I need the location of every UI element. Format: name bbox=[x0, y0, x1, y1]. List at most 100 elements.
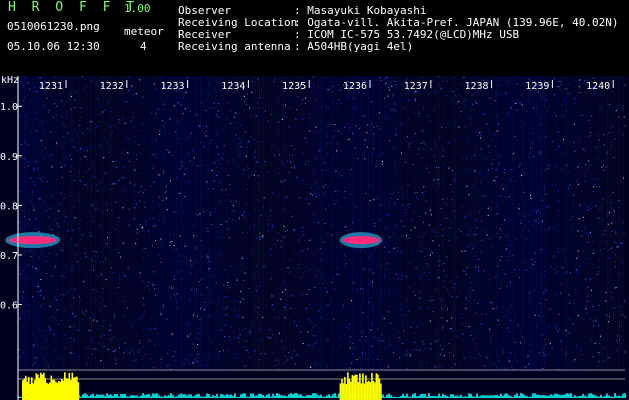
noise-dot bbox=[104, 172, 106, 174]
baseline-bar bbox=[154, 393, 156, 398]
noise-dot bbox=[213, 102, 215, 104]
noise-dot bbox=[294, 351, 296, 352]
noise-dot bbox=[598, 217, 600, 219]
noise-dot bbox=[63, 361, 65, 363]
baseline-bar bbox=[276, 393, 278, 398]
baseline-bar bbox=[498, 395, 500, 398]
baseline-bar bbox=[502, 395, 504, 398]
noise-dot bbox=[451, 170, 453, 172]
noise-dot bbox=[482, 112, 484, 114]
noise-column bbox=[48, 76, 50, 372]
noise-column bbox=[264, 76, 266, 372]
noise-dot bbox=[445, 217, 447, 219]
noise-dot bbox=[369, 184, 370, 186]
noise-dot bbox=[136, 228, 138, 230]
noise-dot bbox=[106, 203, 107, 205]
baseline-bar bbox=[614, 393, 616, 398]
noise-column bbox=[511, 76, 513, 372]
noise-dot bbox=[124, 167, 126, 169]
signal-level-bar bbox=[375, 373, 378, 400]
noise-dot bbox=[23, 351, 25, 353]
spectrogram-chart: kHz1.11.00.90.80.70.61231123212331234123… bbox=[0, 76, 629, 400]
noise-dot bbox=[450, 281, 452, 283]
noise-dot bbox=[531, 259, 533, 260]
noise-dot bbox=[294, 320, 296, 322]
baseline-bar bbox=[450, 394, 452, 398]
noise-dot bbox=[153, 154, 154, 156]
noise-dot bbox=[578, 141, 580, 143]
noise-dot bbox=[547, 193, 549, 195]
noise-dot bbox=[516, 314, 518, 316]
noise-dot bbox=[119, 279, 121, 281]
noise-dot bbox=[122, 207, 124, 209]
noise-dot bbox=[451, 317, 453, 319]
noise-dot bbox=[259, 97, 261, 99]
noise-dot bbox=[260, 328, 261, 330]
noise-dot bbox=[463, 270, 465, 272]
noise-dot bbox=[66, 291, 68, 293]
noise-dot bbox=[421, 251, 423, 253]
noise-dot bbox=[103, 345, 105, 347]
noise-dot bbox=[524, 203, 526, 205]
noise-dot bbox=[594, 295, 596, 297]
noise-dot bbox=[579, 79, 581, 81]
noise-dot bbox=[458, 229, 460, 231]
noise-dot bbox=[227, 174, 229, 176]
noise-dot bbox=[607, 274, 609, 276]
noise-dot bbox=[323, 186, 325, 188]
baseline-bar bbox=[314, 393, 316, 398]
noise-column bbox=[517, 76, 519, 372]
noise-dot bbox=[507, 256, 509, 258]
noise-dot bbox=[578, 86, 580, 88]
noise-dot bbox=[162, 77, 163, 78]
baseline-bar bbox=[248, 396, 250, 398]
noise-dot bbox=[571, 225, 573, 227]
noise-dot bbox=[125, 137, 127, 139]
noise-dot bbox=[587, 119, 589, 121]
noise-dot bbox=[341, 132, 343, 134]
noise-dot bbox=[201, 92, 202, 94]
noise-dot bbox=[589, 278, 591, 280]
noise-dot bbox=[264, 160, 266, 162]
signal-level-bar bbox=[65, 378, 68, 400]
noise-dot bbox=[67, 319, 69, 321]
noise-column bbox=[438, 76, 441, 372]
noise-dot bbox=[127, 267, 129, 269]
noise-dot bbox=[183, 255, 185, 257]
noise-dot bbox=[177, 271, 179, 273]
noise-dot bbox=[23, 291, 24, 293]
noise-dot bbox=[141, 226, 143, 228]
noise-dot bbox=[330, 234, 332, 236]
noise-dot bbox=[618, 272, 620, 274]
noise-column bbox=[321, 76, 323, 372]
noise-dot bbox=[184, 245, 186, 247]
baseline-bar bbox=[124, 393, 126, 398]
noise-dot bbox=[316, 341, 318, 343]
noise-dot bbox=[506, 285, 508, 287]
noise-dot bbox=[70, 166, 72, 168]
noise-column bbox=[436, 76, 438, 372]
noise-dot bbox=[308, 239, 310, 241]
noise-dot bbox=[320, 259, 322, 261]
noise-dot bbox=[426, 167, 428, 169]
noise-dot bbox=[364, 251, 366, 253]
noise-dot bbox=[424, 256, 426, 257]
baseline-bar bbox=[320, 394, 322, 398]
noise-dot bbox=[337, 143, 338, 145]
noise-dot bbox=[172, 355, 174, 357]
noise-dot bbox=[406, 350, 408, 352]
noise-dot bbox=[238, 216, 240, 218]
noise-dot bbox=[277, 239, 278, 241]
noise-dot bbox=[521, 94, 523, 96]
noise-dot bbox=[89, 258, 91, 260]
noise-dot bbox=[264, 353, 266, 355]
noise-dot bbox=[395, 84, 397, 86]
noise-dot bbox=[327, 339, 329, 341]
noise-dot bbox=[287, 267, 289, 269]
noise-dot bbox=[336, 150, 337, 152]
noise-dot bbox=[370, 329, 372, 331]
noise-dot bbox=[598, 260, 600, 262]
noise-column bbox=[493, 76, 495, 372]
noise-dot bbox=[361, 300, 363, 302]
noise-dot bbox=[243, 215, 245, 217]
